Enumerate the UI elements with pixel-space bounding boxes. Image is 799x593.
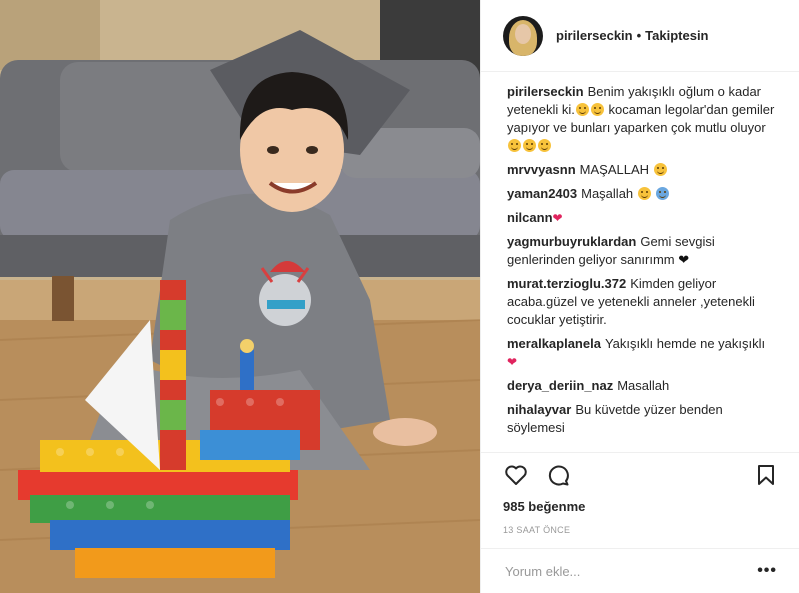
comment-input[interactable] (503, 562, 758, 580)
follow-status-button[interactable]: Takiptesin (645, 28, 708, 43)
caption-username[interactable]: pirilerseckin (507, 84, 584, 99)
post-photo[interactable] (0, 0, 480, 593)
red-heart-emoji-icon: ❤ (552, 211, 563, 225)
smile-emoji-icon (575, 103, 589, 116)
caption: pirilerseckin Benim yakışıklı oğlum o kad… (507, 83, 779, 155)
header-username[interactable]: pirilerseckin (556, 28, 633, 43)
likes-count[interactable]: 985 beğenme (503, 499, 777, 514)
comment-text: Yakışıklı hemde ne yakışıklı (604, 336, 766, 351)
bookmark-icon[interactable] (753, 462, 779, 488)
action-icons (503, 453, 777, 497)
praying-hands-emoji-icon (656, 187, 670, 200)
list-item: meralkaplanela Yakışıklı hemde ne yakışık… (507, 335, 779, 371)
list-item: derya_deriin_naz Masallah (507, 377, 779, 395)
comment-text: Maşallah (581, 186, 634, 201)
list-item: mrvvyasnn MAŞALLAH (507, 161, 779, 179)
comment-username[interactable]: yagmurbuyruklardan (507, 234, 636, 249)
header-separator: • (636, 28, 642, 43)
red-heart-emoji-icon: ❤ (507, 355, 518, 369)
smile-emoji-icon (508, 139, 521, 152)
smile-emoji-icon (590, 103, 604, 116)
comment-username[interactable]: yaman2403 (507, 186, 577, 201)
list-item: yaman2403 Maşallah (507, 185, 779, 203)
heart-icon[interactable] (503, 462, 529, 488)
list-item: yagmurbuyruklardan Gemi sevgisi genlerind… (507, 233, 779, 269)
photo-boy-with-lego-ship (0, 0, 480, 593)
comment-username[interactable]: derya_deriin_naz (507, 378, 613, 393)
smile-emoji-icon (653, 163, 667, 176)
list-item: nilcann❤ (507, 209, 779, 227)
comment-username[interactable]: mrvvyasnn (507, 162, 576, 177)
post-actions: 985 beğenme 13 SAAT ÖNCE (481, 452, 799, 550)
black-heart-emoji-icon: ❤ (678, 252, 690, 267)
comment-text: MAŞALLAH (579, 162, 650, 177)
smile-emoji-icon (523, 139, 536, 152)
post-header: pirilerseckin • Takiptesin (481, 0, 799, 72)
comment-username[interactable]: murat.terzioglu.372 (507, 276, 626, 291)
post-timestamp[interactable]: 13 SAAT ÖNCE (503, 525, 777, 535)
post-side-panel: pirilerseckin • Takiptesin pirilerseckin… (480, 0, 799, 593)
avatar[interactable] (503, 15, 543, 56)
comment-username[interactable]: nihalayvar (507, 402, 571, 417)
add-comment-bar: ••• (481, 548, 799, 593)
comments-list[interactable]: pirilerseckin Benim yakışıklı oğlum o kad… (481, 72, 799, 452)
wink-emoji-icon (637, 187, 651, 200)
more-options-icon[interactable]: ••• (757, 562, 777, 580)
list-item: nihalayvar Bu küvetde yüzer benden söylem… (507, 401, 779, 437)
comment-username[interactable]: meralkaplanela (507, 336, 601, 351)
comment-username[interactable]: nilcann (507, 210, 553, 225)
list-item: murat.terzioglu.372 Kimden geliyor acaba.… (507, 275, 779, 329)
comment-text: Masallah (617, 378, 670, 393)
smile-emoji-icon (538, 139, 551, 152)
comment-icon[interactable] (545, 462, 571, 488)
